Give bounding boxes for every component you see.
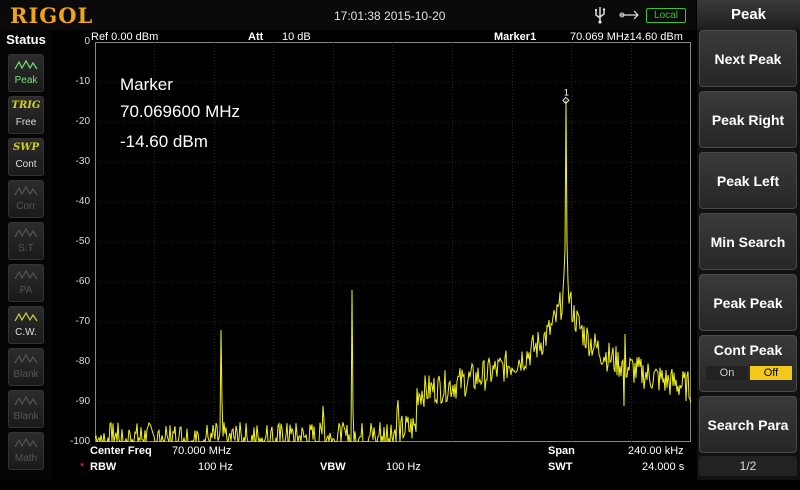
status-glyph-icon (9, 310, 43, 324)
status-button-pa[interactable]: PA (8, 264, 44, 302)
center-freq-value: 70.000 MHz (172, 445, 231, 457)
status-button-label: Blank (9, 411, 43, 422)
status-glyph-icon (9, 394, 43, 408)
status-button-label: C.W. (9, 327, 43, 338)
y-tick-label: -90 (50, 396, 90, 407)
vbw-value: 100 Hz (386, 461, 421, 473)
status-button-math[interactable]: Math (8, 432, 44, 470)
y-tick-label: -40 (50, 196, 90, 207)
status-glyph-icon (9, 226, 43, 240)
att-value: 10 dB (282, 31, 311, 43)
status-glyph-icon (9, 352, 43, 366)
min-search-button[interactable]: Min Search (699, 213, 797, 270)
y-tick-label: -70 (50, 316, 90, 327)
status-button-blank1[interactable]: Blank (8, 348, 44, 386)
status-button-mode: TRIG (9, 100, 43, 111)
marker-freq-header: 70.069 MHz (570, 31, 629, 43)
status-glyph-icon (9, 268, 43, 282)
cont-peak-button[interactable]: Cont Peak On Off (699, 335, 797, 392)
status-button-trig[interactable]: TRIG Free (8, 96, 44, 134)
y-tick-label: -50 (50, 236, 90, 247)
status-button-peak[interactable]: Peak (8, 54, 44, 92)
local-badge: Local (646, 8, 686, 23)
peak-peak-button[interactable]: Peak Peak (699, 274, 797, 331)
lan-icon (618, 8, 642, 22)
next-peak-button[interactable]: Next Peak (699, 30, 797, 87)
status-button-swp[interactable]: SWP Cont (8, 138, 44, 176)
rbw-value: 100 Hz (198, 461, 233, 473)
status-title: Status (0, 32, 52, 47)
marker-label: Marker1 (494, 31, 536, 43)
center-freq-label: Center Freq (90, 445, 152, 457)
swt-value: 24.000 s (642, 461, 684, 473)
vbw-label: VBW (320, 461, 346, 473)
peak-right-button[interactable]: Peak Right (699, 91, 797, 148)
span-label: Span (548, 445, 575, 457)
usb-icon (592, 6, 608, 24)
cont-peak-label: Cont Peak (700, 342, 796, 358)
status-button-label: Math (9, 453, 43, 464)
search-para-button[interactable]: Search Para ▷ (699, 396, 797, 453)
marker-1-label: 1 (564, 87, 569, 97)
softkey-menu-title: Peak (697, 0, 800, 30)
y-tick-label: -10 (50, 76, 90, 87)
y-tick-label: -80 (50, 356, 90, 367)
cont-peak-off-option[interactable]: Off (750, 366, 792, 380)
status-button-label: PA (9, 285, 43, 296)
status-button-mode: SWP (9, 142, 43, 153)
status-button-label: S.T (9, 243, 43, 254)
softkey-panel: Peak Next Peak Peak Right Peak Left Min … (697, 0, 800, 480)
status-glyph-icon (9, 436, 43, 450)
search-para-label: Search Para (708, 417, 789, 433)
marker-readout-freq: 70.069600 MHz (120, 102, 240, 122)
peak-left-button[interactable]: Peak Left (699, 152, 797, 209)
y-tick-label: -20 (50, 116, 90, 127)
marker-readout-level: -14.60 dBm (120, 132, 208, 152)
rbw-uncal-marker: * (80, 461, 84, 473)
status-glyph-icon (9, 184, 43, 198)
status-button-label: Cont (9, 159, 43, 170)
y-tick-label: -100 (50, 436, 90, 447)
span-value: 240.00 kHz (628, 445, 684, 457)
y-tick-label: -60 (50, 276, 90, 287)
page-indicator[interactable]: 1/2 (699, 456, 797, 476)
status-button-label: Peak (9, 75, 43, 86)
y-tick-label: 0 (50, 36, 90, 47)
cont-peak-on-option[interactable]: On (706, 366, 748, 380)
status-button-corr[interactable]: Corr (8, 180, 44, 218)
swt-label: SWT (548, 461, 572, 473)
att-label: Att (248, 31, 263, 43)
marker-level-header: -14.60 dBm (626, 31, 683, 43)
status-button-label: Blank (9, 369, 43, 380)
top-bar: RIGOL 17:01:38 2015-10-20 Local (0, 0, 696, 30)
status-button-cw[interactable]: C.W. (8, 306, 44, 344)
y-tick-label: -30 (50, 156, 90, 167)
status-glyph-icon (9, 58, 43, 72)
status-button-st[interactable]: S.T (8, 222, 44, 260)
marker-readout-title: Marker (120, 75, 173, 95)
rigol-logo: RIGOL (10, 3, 93, 28)
status-button-label: Corr (9, 201, 43, 212)
status-button-label: Free (9, 117, 43, 128)
ref-level: Ref 0.00 dBm (91, 31, 158, 43)
date-time: 17:01:38 2015-10-20 (334, 9, 445, 23)
rbw-label: RBW (90, 461, 116, 473)
status-button-blank2[interactable]: Blank (8, 390, 44, 428)
